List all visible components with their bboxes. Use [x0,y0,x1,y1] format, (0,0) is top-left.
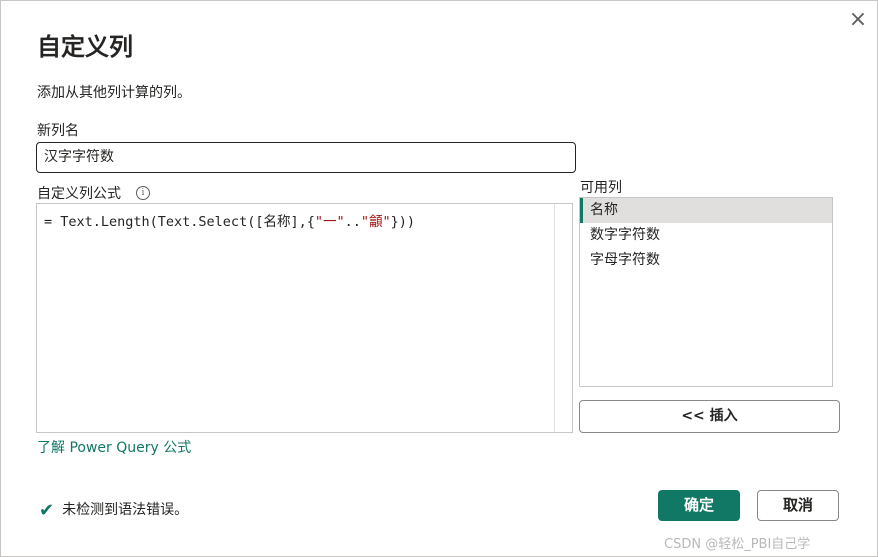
formula-scrollbar[interactable] [554,204,572,432]
cancel-button[interactable]: 取消 [757,490,839,521]
info-icon[interactable]: i [136,186,150,200]
new-column-name-input[interactable] [36,142,576,173]
ok-button[interactable]: 确定 [658,490,740,521]
dialog-description: 添加从其他列计算的列。 [37,85,191,101]
formula-string-start: "一" [314,214,345,230]
formula-suffix: })) [390,214,416,230]
new-column-name-label: 新列名 [37,123,79,139]
syntax-status: ✔ 未检测到语法错误。 [39,499,188,521]
close-icon[interactable]: × [847,9,869,31]
list-item[interactable]: 字母字符数 [580,248,832,273]
list-item[interactable]: 数字字符数 [580,223,832,248]
available-columns-list[interactable]: 名称 数字字符数 字母字符数 [579,197,833,387]
learn-power-query-link[interactable]: 了解 Power Query 公式 [37,437,191,457]
watermark: CSDN @轻松_PBI自己学 [664,537,811,552]
formula-label: 自定义列公式 [37,186,121,202]
custom-column-dialog: × 自定义列 添加从其他列计算的列。 新列名 自定义列公式 i = Text.L… [0,0,878,557]
formula-text[interactable]: = Text.Length(Text.Select([名称],{"一".."龥"… [44,210,415,230]
dialog-title: 自定义列 [37,33,133,61]
available-columns-label: 可用列 [580,180,622,196]
formula-prefix: = Text.Length(Text.Select([名称],{ [44,214,315,230]
syntax-status-text: 未检测到语法错误。 [62,502,189,518]
list-item[interactable]: 名称 [580,198,832,223]
formula-editor[interactable]: = Text.Length(Text.Select([名称],{"一".."龥"… [36,203,573,433]
check-icon: ✔ [39,500,55,521]
insert-button[interactable]: << 插入 [579,400,840,433]
formula-range: .. [344,214,361,230]
formula-string-end: "龥" [360,214,391,230]
